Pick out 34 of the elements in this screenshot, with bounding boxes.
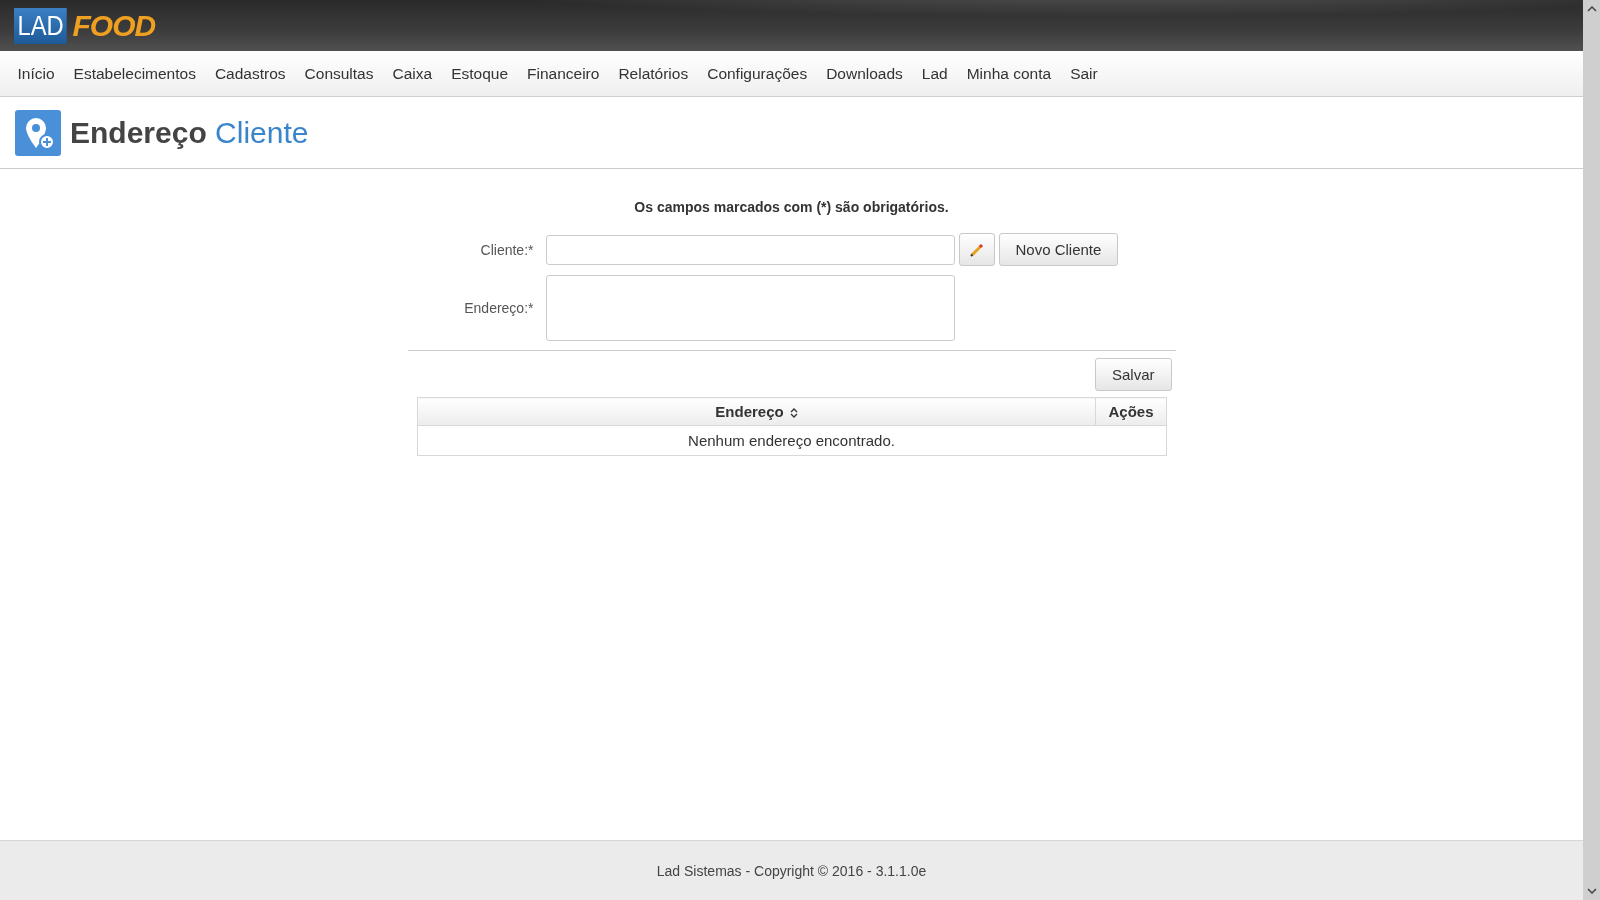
menu-item[interactable]: Financeiro bbox=[517, 64, 609, 83]
menu-item[interactable]: Configurações bbox=[697, 64, 817, 83]
scroll-up-icon[interactable] bbox=[1586, 6, 1597, 12]
sort-icon bbox=[789, 407, 798, 420]
required-note: Os campos marcados com (*) são obrigatórios. bbox=[633, 199, 950, 215]
column-header[interactable]: Endereço bbox=[417, 397, 1096, 426]
menu-item[interactable]: Estabelecimentos bbox=[64, 64, 206, 83]
menu-item[interactable]: Relatórios bbox=[608, 64, 698, 83]
menu-item[interactable]: Estoque bbox=[441, 64, 518, 83]
menu-item[interactable]: Caixa bbox=[383, 64, 442, 83]
menu-item[interactable]: Início bbox=[8, 64, 65, 83]
edit-button[interactable] bbox=[958, 233, 995, 266]
scrollbar[interactable] bbox=[1583, 0, 1600, 900]
save-button[interactable]: Salvar bbox=[1094, 358, 1172, 391]
menu-item[interactable]: Downloads bbox=[816, 64, 913, 83]
column-header: Ações bbox=[1095, 397, 1166, 426]
textarea-field[interactable] bbox=[545, 275, 955, 341]
field-label: Cliente:* bbox=[479, 241, 534, 258]
input-field[interactable] bbox=[545, 234, 955, 265]
location-pin-icon bbox=[15, 109, 61, 156]
menu-item[interactable]: Lad bbox=[912, 64, 958, 83]
menu-item[interactable]: Consultas bbox=[295, 64, 383, 83]
menu-item[interactable]: Minha conta bbox=[957, 64, 1061, 83]
menu-item[interactable]: Cadastros bbox=[205, 64, 296, 83]
copyright-text: Lad Sistemas - Copyright © 2016 - 3.1.1.0e bbox=[656, 862, 927, 879]
new-client-button[interactable]: Novo Cliente bbox=[998, 233, 1119, 266]
logo-lad: LAD bbox=[14, 7, 68, 44]
logo-food: FOOD bbox=[72, 8, 156, 43]
scroll-down-icon[interactable] bbox=[1586, 888, 1597, 894]
menu-item[interactable]: Sair bbox=[1060, 64, 1108, 83]
pencil-icon bbox=[968, 241, 985, 258]
empty-message: Nenhum endereço encontrado. bbox=[417, 425, 1166, 456]
page-title: Endereço Cliente bbox=[70, 115, 309, 150]
field-label: Endereço:* bbox=[463, 300, 534, 316]
